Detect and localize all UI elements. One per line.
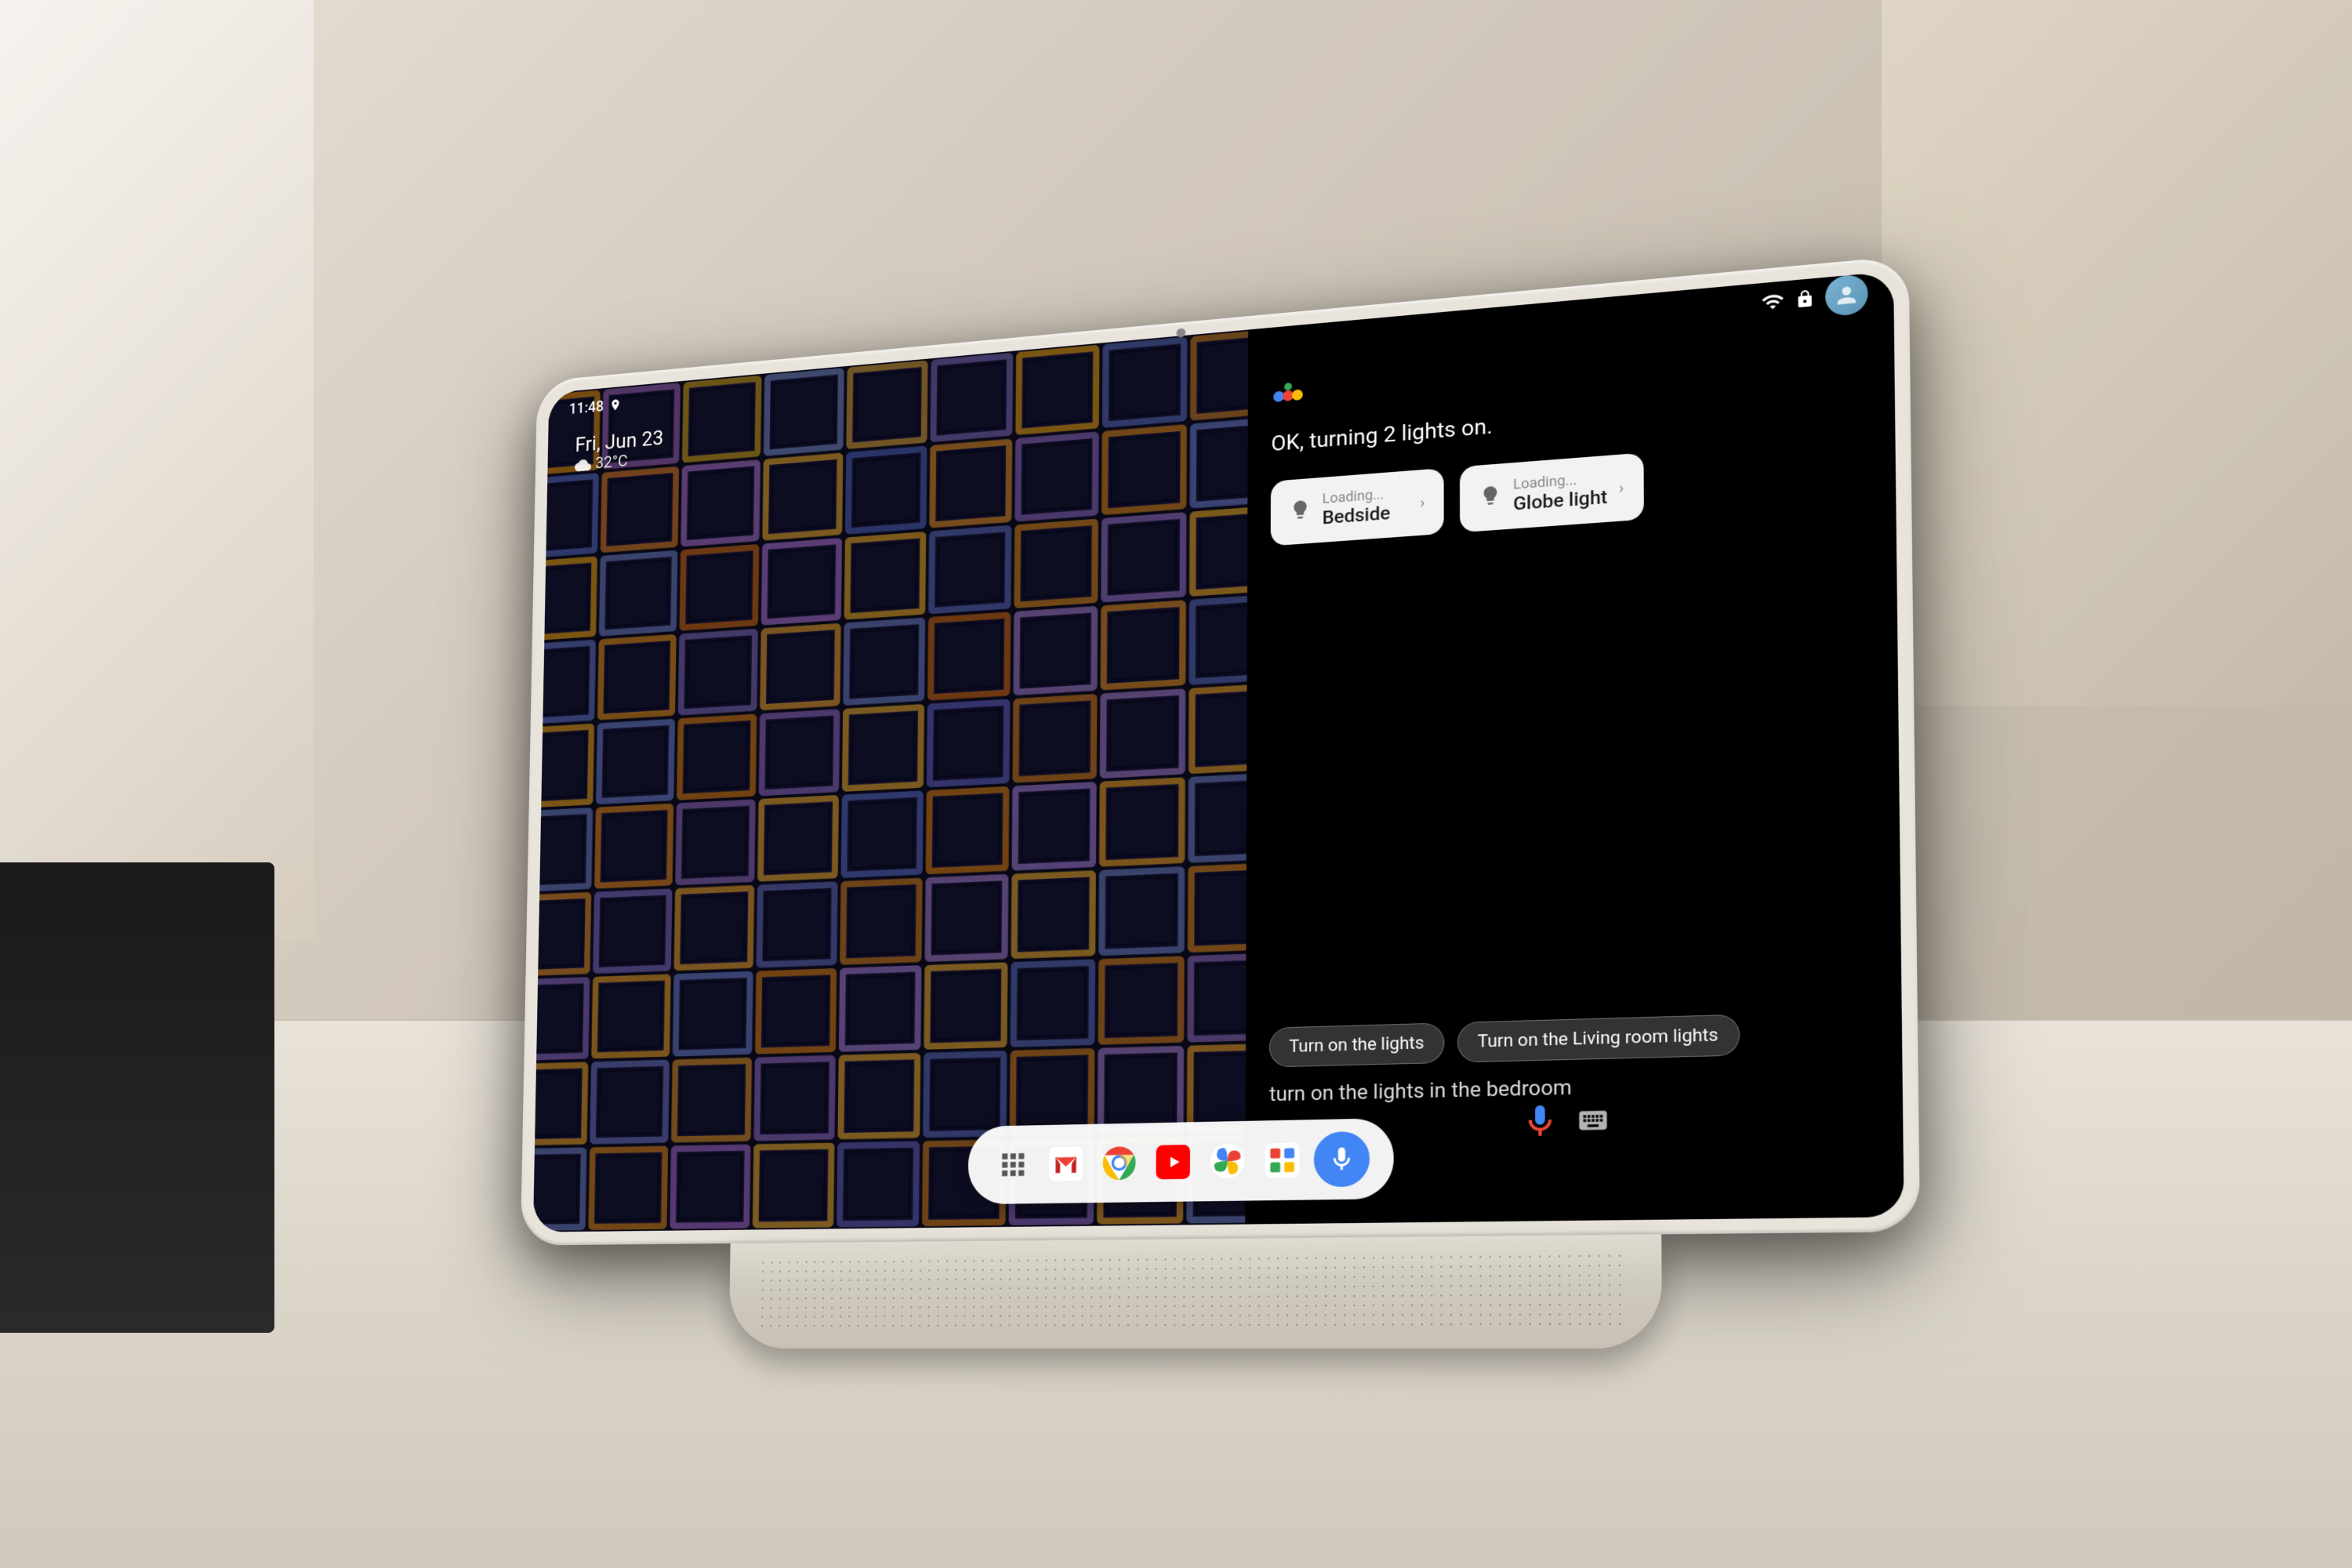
- google-assistant-dots: [1271, 378, 1305, 414]
- google-one-icon[interactable]: [1258, 1136, 1305, 1184]
- speaker-grille: [758, 1250, 1628, 1333]
- window-left: [0, 0, 314, 941]
- lock-icon: [1795, 289, 1815, 310]
- keyboard-icon[interactable]: [1577, 1104, 1610, 1137]
- wallpaper-panel: 11:48 Fri, Jun 23 32°C: [533, 330, 1248, 1232]
- gmail-icon[interactable]: [1043, 1141, 1088, 1188]
- cloud-icon: [575, 456, 591, 474]
- window-right: [1882, 0, 2352, 706]
- light-card-globe[interactable]: Loading... Globe light ›: [1460, 453, 1644, 533]
- chevron-right-icon-globe: ›: [1619, 478, 1624, 497]
- google-mic-icon[interactable]: [1520, 1102, 1560, 1141]
- chip-turn-on-lights[interactable]: Turn on the lights: [1269, 1022, 1444, 1067]
- tablet-body: 11:48 Fri, Jun 23 32°C: [521, 256, 1920, 1246]
- assistant-panel: OK, turning 2 lights on. Loading... Beds…: [1245, 271, 1904, 1225]
- chip-turn-on-living-room[interactable]: Turn on the Living room lights: [1457, 1014, 1740, 1063]
- speaker-base: [729, 1234, 1662, 1348]
- lightbulb-icon-bedside: [1290, 498, 1312, 525]
- tablet-device: 11:48 Fri, Jun 23 32°C: [518, 256, 1922, 1348]
- user-avatar[interactable]: [1825, 274, 1868, 317]
- date-weather-overlay: Fri, Jun 23 32°C: [575, 426, 663, 474]
- location-icon: [609, 398, 622, 412]
- dark-object-left: [0, 862, 274, 1333]
- chrome-icon[interactable]: [1096, 1139, 1142, 1186]
- chevron-right-icon-bedside: ›: [1420, 493, 1425, 512]
- youtube-icon[interactable]: [1150, 1138, 1196, 1185]
- light-card-bedside[interactable]: Loading... Bedside ›: [1271, 468, 1444, 546]
- status-time: 11:48: [569, 397, 604, 418]
- google-apps-icon[interactable]: [990, 1142, 1036, 1189]
- tablet-screen: 11:48 Fri, Jun 23 32°C: [533, 271, 1904, 1232]
- photos-icon[interactable]: [1204, 1138, 1251, 1185]
- google-assistant-mic-button[interactable]: [1314, 1131, 1370, 1188]
- mic-icon: [1327, 1145, 1356, 1174]
- assistant-icon: [1271, 378, 1305, 414]
- bedside-card-content: Loading... Bedside: [1323, 485, 1410, 528]
- wifi-icon: [1761, 290, 1784, 314]
- taskbar-dock: [968, 1118, 1394, 1204]
- status-time-group: 11:48: [569, 396, 622, 418]
- globe-card-content: Loading... Globe light: [1513, 470, 1607, 515]
- temperature-display: 32°C: [595, 452, 628, 473]
- lightbulb-icon-globe: [1479, 484, 1502, 512]
